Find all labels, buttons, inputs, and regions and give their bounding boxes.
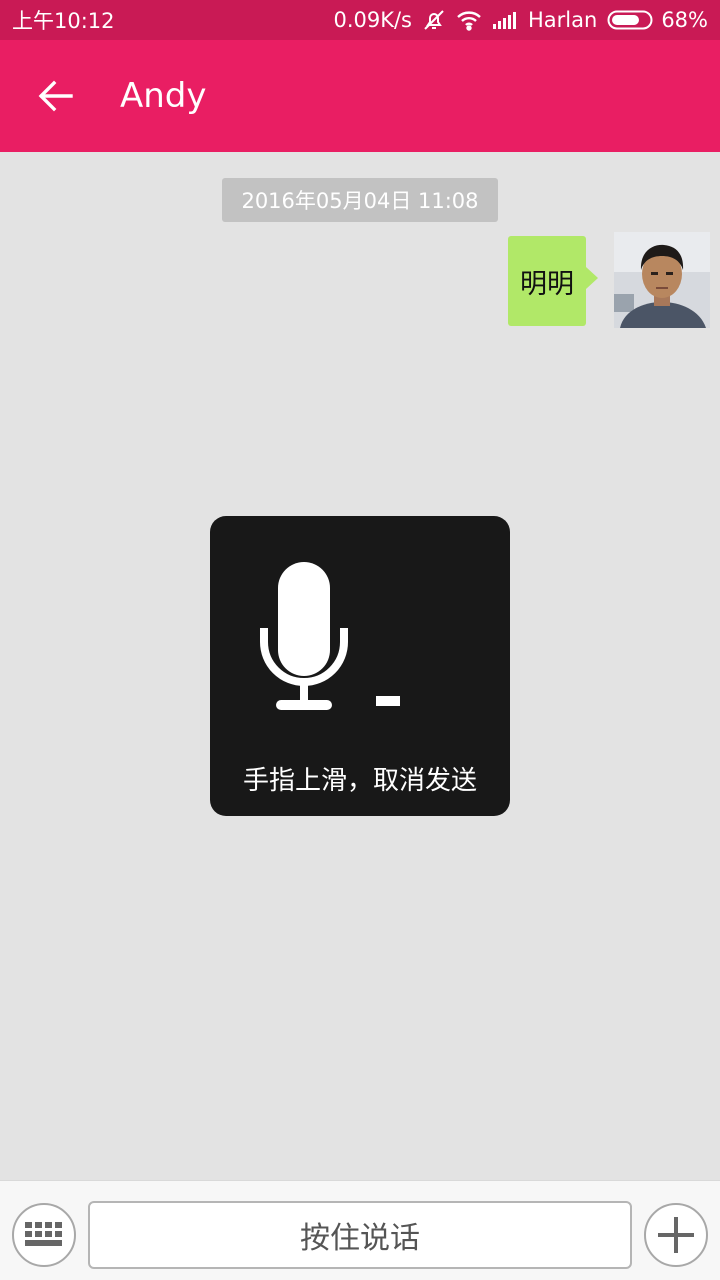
message-bubble[interactable]: 明明 xyxy=(508,236,586,326)
battery: 68% xyxy=(607,8,708,32)
alarm-off-icon xyxy=(422,8,446,32)
status-indicators: 0.09K/s Harlan 68% xyxy=(333,8,708,32)
keyboard-toggle-button[interactable] xyxy=(12,1203,76,1267)
arrow-left-icon xyxy=(38,80,73,112)
status-time: 上午10:12 xyxy=(12,9,115,33)
message-text: 明明 xyxy=(520,268,574,300)
battery-percent: 68% xyxy=(661,8,708,32)
volume-level-indicator xyxy=(376,696,400,706)
keyboard-icon xyxy=(25,1222,62,1246)
voice-record-overlay: 手指上滑，取消发送 xyxy=(210,516,510,816)
plus-icon xyxy=(658,1217,694,1253)
chat-title: Andy xyxy=(120,76,207,116)
network-speed: 0.09K/s xyxy=(333,8,412,32)
microphone-icon xyxy=(260,562,348,710)
app-bar: Andy xyxy=(0,40,720,152)
back-button[interactable] xyxy=(0,40,112,152)
hold-to-talk-button[interactable]: 按住说话 xyxy=(88,1201,632,1269)
cancel-hint: 手指上滑，取消发送 xyxy=(242,766,477,796)
more-button[interactable] xyxy=(644,1203,708,1267)
signal-icon xyxy=(492,10,518,30)
status-bar: 上午10:12 0.09K/s Harlan 68% xyxy=(0,0,720,40)
wifi-icon xyxy=(456,9,482,31)
message-timestamp: 2016年05月04日 11:08 xyxy=(222,178,498,222)
battery-icon xyxy=(607,10,653,30)
avatar[interactable] xyxy=(614,232,710,328)
bubble-tail xyxy=(586,267,598,289)
carrier-name: Harlan xyxy=(528,8,598,32)
input-bar: 按住说话 xyxy=(0,1180,720,1280)
